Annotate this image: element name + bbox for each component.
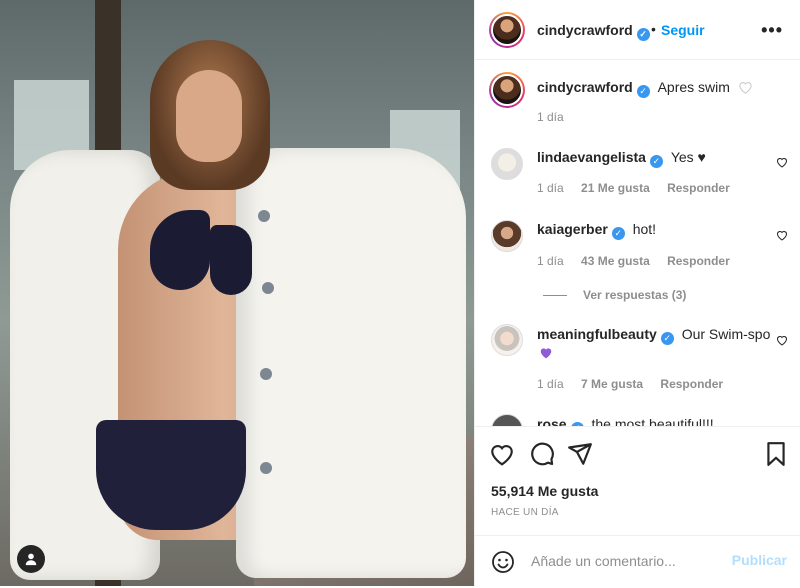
- comment-text: the most beautiful!!!: [591, 416, 714, 426]
- comment-text: hot!: [632, 221, 657, 237]
- purple-heart-icon: [540, 348, 552, 359]
- comment-avatar[interactable]: [491, 148, 523, 180]
- comment-username[interactable]: meaningfulbeauty: [537, 326, 657, 342]
- like-comment-icon[interactable]: [776, 229, 788, 241]
- comments-list[interactable]: cindycrawford ✓ Apres swim 1 día lindaeva…: [475, 60, 800, 426]
- post-header: cindycrawford ✓ • Seguir •••: [475, 0, 800, 60]
- comment-likes[interactable]: 21 Me gusta: [581, 181, 650, 195]
- author-avatar[interactable]: [489, 12, 525, 48]
- comment-meta: 1 día 7 Me gusta Responder: [537, 377, 737, 391]
- heart-outline-icon[interactable]: [738, 80, 753, 94]
- likes-count[interactable]: 55,914 Me gusta: [491, 483, 598, 499]
- post-sidebar: cindycrawford ✓ • Seguir ••• cindycrawfor…: [474, 0, 800, 586]
- comment-avatar[interactable]: [491, 220, 523, 252]
- comment-meta: 1 día 21 Me gusta Responder: [537, 181, 744, 195]
- photo-robe-right: [236, 148, 466, 578]
- caption: cindycrawford ✓ Apres swim: [537, 79, 753, 98]
- comment-time[interactable]: 1 día: [537, 377, 564, 391]
- comment-icon[interactable]: [529, 441, 555, 467]
- comment-likes[interactable]: 43 Me gusta: [581, 254, 650, 268]
- emoji-icon[interactable]: [491, 550, 515, 574]
- comment-username[interactable]: rose: [537, 416, 567, 426]
- comment-likes[interactable]: 7 Me gusta: [581, 377, 643, 391]
- caption-meta: 1 día: [537, 110, 578, 124]
- caption-text: Apres swim: [657, 79, 730, 95]
- comment-text: Our Swim-spo: [681, 326, 771, 342]
- comment: meaningfulbeauty ✓ Our Swim-spo: [537, 326, 770, 345]
- caption-time[interactable]: 1 día: [537, 110, 564, 124]
- instagram-post: cindycrawford ✓ • Seguir ••• cindycrawfor…: [0, 0, 800, 586]
- publish-button[interactable]: Publicar: [732, 552, 787, 568]
- comment: rose✓ the most beautiful!!!: [537, 416, 714, 426]
- comment-username[interactable]: kaiagerber: [537, 221, 608, 237]
- post-actions: 55,914 Me gusta HACE UN DÍA Publicar: [475, 426, 800, 587]
- comment-time[interactable]: 1 día: [537, 254, 564, 268]
- add-comment-bar: Publicar: [475, 535, 800, 588]
- verified-icon: ✓: [636, 28, 650, 41]
- post-photo[interactable]: [0, 0, 474, 586]
- comment-time[interactable]: 1 día: [537, 181, 564, 195]
- comment-avatar[interactable]: [491, 324, 523, 356]
- caption-username[interactable]: cindycrawford: [537, 79, 633, 95]
- reply-button[interactable]: Responder: [667, 254, 730, 268]
- reply-button[interactable]: Responder: [660, 377, 723, 391]
- comment-avatar[interactable]: [491, 414, 523, 426]
- like-comment-icon[interactable]: [776, 334, 788, 346]
- view-replies-button[interactable]: Ver respuestas (3): [543, 288, 686, 302]
- comment-input[interactable]: [529, 552, 733, 570]
- verified-icon: ✓: [660, 332, 674, 345]
- comment-text: Yes ♥: [670, 149, 706, 165]
- share-icon[interactable]: [567, 441, 593, 467]
- reply-button[interactable]: Responder: [667, 181, 730, 195]
- more-options-icon[interactable]: •••: [761, 20, 783, 41]
- like-icon[interactable]: [489, 441, 515, 467]
- robe-button: [260, 368, 272, 380]
- tagged-users-button[interactable]: [17, 545, 45, 573]
- robe-button: [258, 210, 270, 222]
- comment-meta: 1 día 43 Me gusta Responder: [537, 254, 744, 268]
- author-username[interactable]: cindycrawford ✓: [537, 22, 650, 41]
- verified-icon: ✓: [649, 155, 663, 168]
- comment-emoji: [539, 346, 553, 362]
- photo-swim-bottom: [96, 420, 246, 530]
- verified-icon: ✓: [636, 85, 650, 98]
- comment-username[interactable]: lindaevangelista: [537, 149, 646, 165]
- separator-dot: •: [651, 21, 656, 37]
- photo-swim-top: [210, 225, 252, 295]
- follow-button[interactable]: Seguir: [661, 22, 705, 38]
- post-time[interactable]: HACE UN DÍA: [491, 507, 559, 518]
- photo-face: [176, 70, 242, 162]
- user-icon: [25, 553, 37, 566]
- author-username-text[interactable]: cindycrawford: [537, 22, 633, 38]
- comment: lindaevangelista ✓ Yes ♥: [537, 149, 706, 168]
- robe-button: [260, 462, 272, 474]
- caption-avatar[interactable]: [489, 72, 525, 108]
- robe-button: [262, 282, 274, 294]
- verified-icon: ✓: [611, 227, 625, 240]
- comment: kaiagerber ✓ hot!: [537, 221, 656, 240]
- save-bookmark-icon[interactable]: [763, 441, 789, 467]
- like-comment-icon[interactable]: [776, 156, 788, 168]
